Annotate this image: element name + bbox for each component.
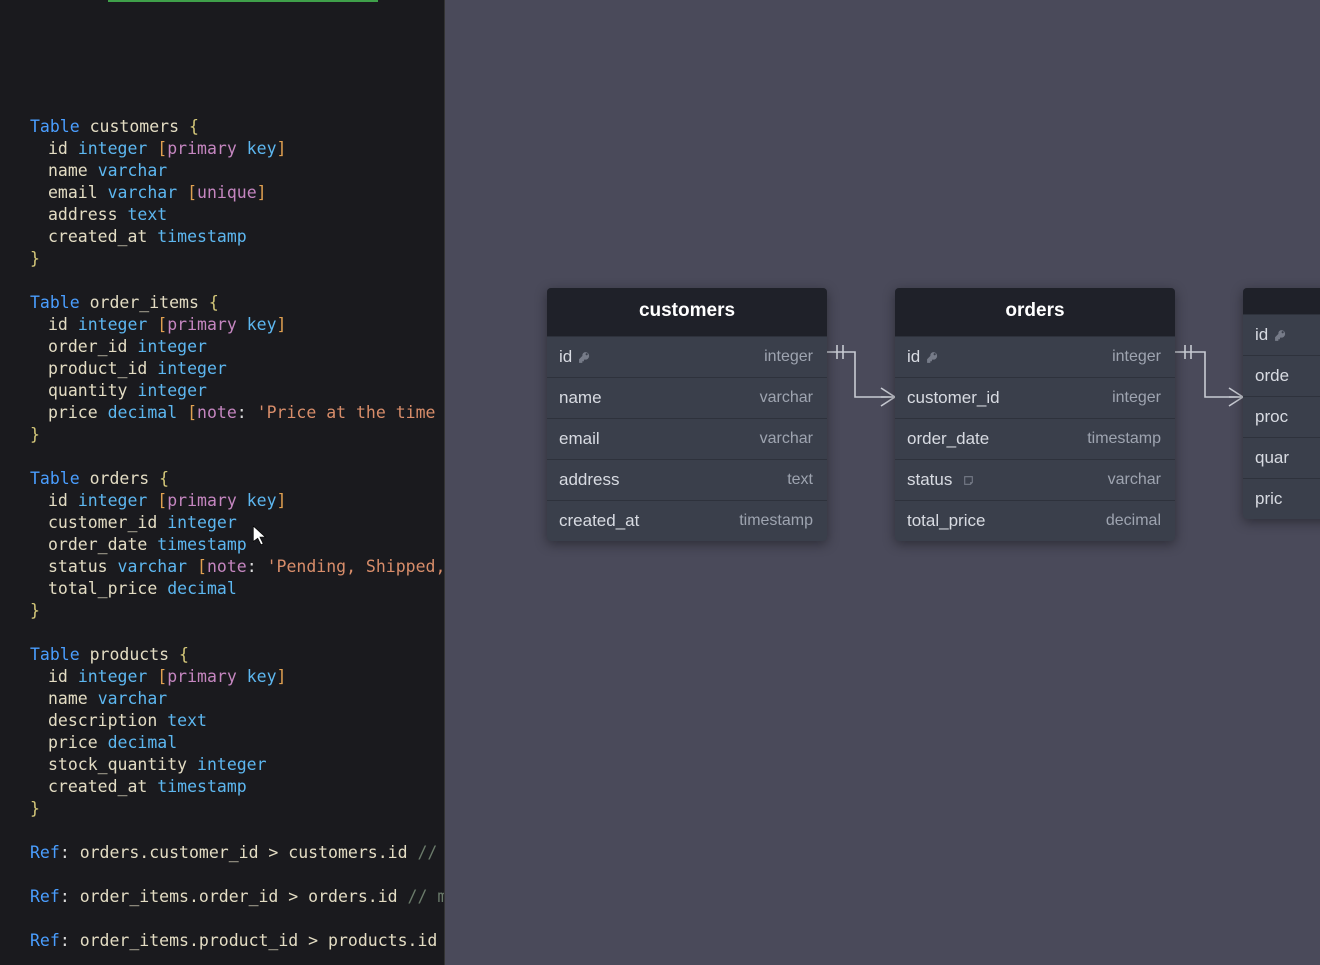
table-column-row[interactable]: address text (547, 459, 827, 500)
column-name: id (907, 347, 939, 367)
column-name: email (559, 429, 600, 449)
column-name: pric (1255, 489, 1282, 509)
column-name: id (559, 347, 591, 367)
column-name: id (1255, 325, 1287, 345)
table-column-row[interactable]: id integer (895, 336, 1175, 377)
code-editor[interactable]: Table customers {id integer [primary key… (0, 0, 445, 965)
table-column-row[interactable]: pric (1243, 478, 1320, 519)
table-column-row[interactable]: id integer (547, 336, 827, 377)
primary-key-icon (926, 351, 939, 364)
column-type: integer (1112, 348, 1161, 366)
table-card[interactable]: customers id integer name varchar email varcha… (547, 288, 827, 541)
table-card[interactable]: orders id integer customer_id integer order_d… (895, 288, 1175, 541)
column-type: timestamp (739, 512, 813, 530)
diagram-canvas[interactable]: customers id integer name varchar email varcha… (445, 0, 1320, 965)
table-column-row[interactable]: name varchar (547, 377, 827, 418)
column-name: customer_id (907, 388, 1000, 408)
table-header: orders (895, 288, 1175, 336)
primary-key-icon (578, 351, 591, 364)
column-type: integer (764, 348, 813, 366)
column-type: varchar (760, 430, 813, 448)
table-header: customers (547, 288, 827, 336)
table-column-row[interactable]: id (1243, 314, 1320, 355)
table-column-row[interactable]: quar (1243, 437, 1320, 478)
table-card[interactable]: id orde proc quar pric (1243, 288, 1320, 519)
column-type: text (787, 471, 813, 489)
note-icon (962, 474, 975, 487)
column-type: decimal (1106, 512, 1161, 530)
active-tab-underline (108, 0, 378, 2)
column-name: order_date (907, 429, 989, 449)
column-name: orde (1255, 366, 1289, 386)
table-column-row[interactable]: status varchar (895, 459, 1175, 500)
column-type: varchar (1108, 471, 1161, 489)
column-name: total_price (907, 511, 985, 531)
table-column-row[interactable]: proc (1243, 396, 1320, 437)
table-column-row[interactable]: total_price decimal (895, 500, 1175, 541)
table-column-row[interactable]: order_date timestamp (895, 418, 1175, 459)
primary-key-icon (1274, 329, 1287, 342)
table-column-row[interactable]: created_at timestamp (547, 500, 827, 541)
column-name: quar (1255, 448, 1289, 468)
table-column-row[interactable]: customer_id integer (895, 377, 1175, 418)
column-name: name (559, 388, 602, 408)
table-column-row[interactable]: orde (1243, 355, 1320, 396)
column-type: timestamp (1087, 430, 1161, 448)
column-type: integer (1112, 389, 1161, 407)
column-name: address (559, 470, 619, 490)
table-column-row[interactable]: email varchar (547, 418, 827, 459)
column-name: created_at (559, 511, 639, 531)
column-type: varchar (760, 389, 813, 407)
table-header (1243, 288, 1320, 314)
column-name: status (907, 470, 975, 490)
column-name: proc (1255, 407, 1288, 427)
